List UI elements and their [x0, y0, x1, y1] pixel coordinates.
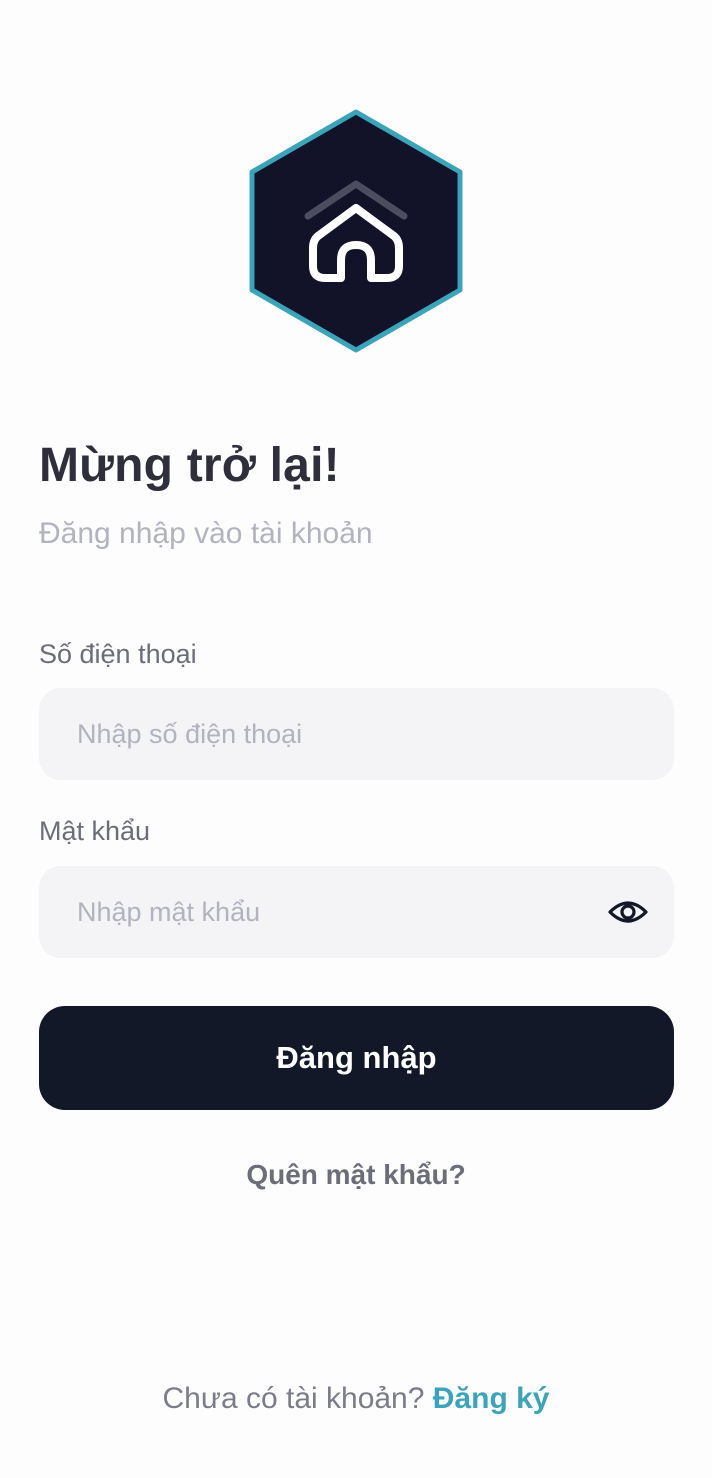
- forgot-password-row: Quên mật khẩu?: [0, 1156, 712, 1194]
- register-prompt: Chưa có tài khoản?: [162, 1382, 433, 1415]
- forgot-password-link[interactable]: Quên mật khẩu?: [246, 1159, 465, 1190]
- password-field[interactable]: [39, 866, 674, 958]
- phone-field[interactable]: [39, 688, 674, 780]
- phone-input[interactable]: [77, 688, 597, 780]
- phone-label: Số điện thoại: [39, 639, 197, 669]
- password-input[interactable]: [77, 866, 597, 958]
- register-link[interactable]: Đăng ký: [433, 1382, 550, 1415]
- login-button[interactable]: Đăng nhập: [39, 1006, 674, 1110]
- house-hexagon-icon: [249, 109, 463, 353]
- eye-icon[interactable]: [607, 894, 649, 930]
- register-row: Chưa có tài khoản? Đăng ký: [0, 1378, 712, 1420]
- page-title: Mừng trở lại!: [39, 439, 340, 492]
- login-screen: Mừng trở lại! Đăng nhập vào tài khoản Số…: [0, 0, 712, 1478]
- page-subtitle: Đăng nhập vào tài khoản: [39, 517, 373, 550]
- password-label: Mật khẩu: [39, 816, 151, 846]
